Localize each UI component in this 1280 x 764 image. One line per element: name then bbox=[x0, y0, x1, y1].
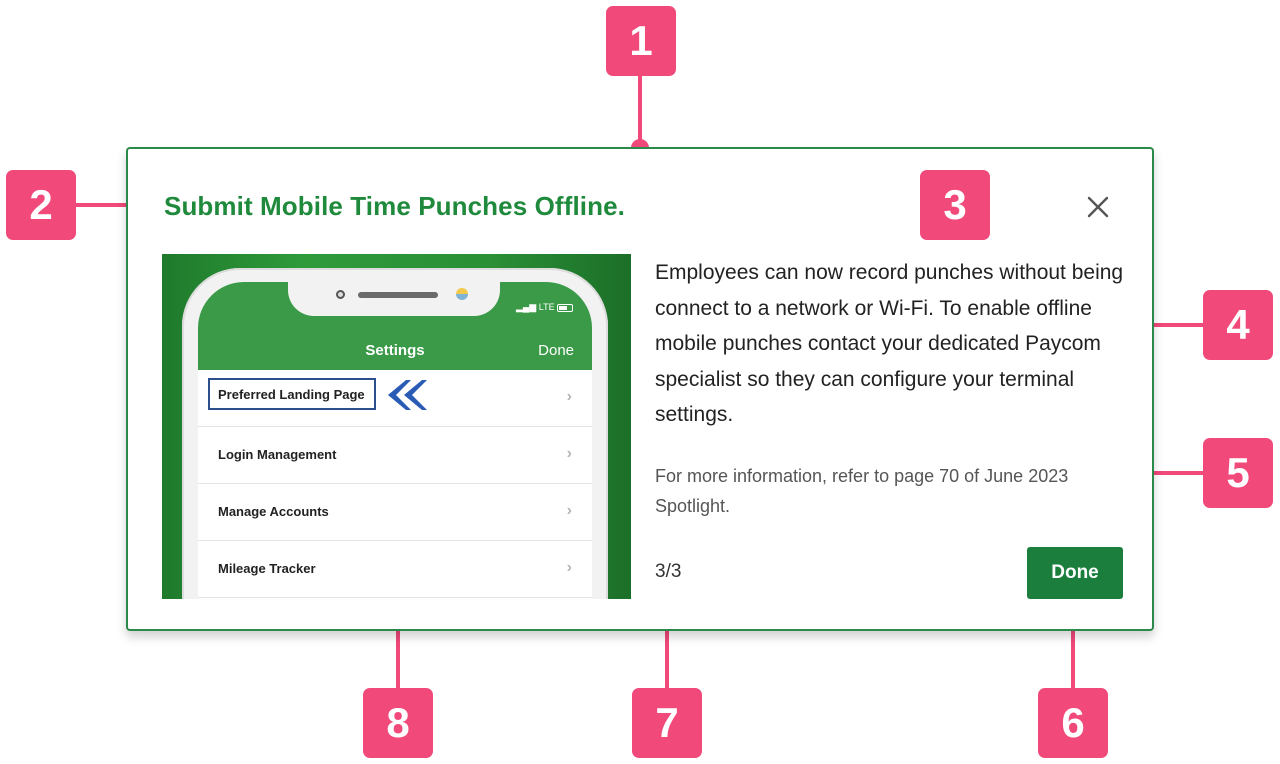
battery-icon bbox=[557, 303, 574, 312]
chevron-right-icon: › bbox=[566, 388, 572, 405]
annotation-badge-3: 3 bbox=[920, 170, 990, 240]
annotation-badge-4: 4 bbox=[1203, 290, 1273, 360]
step-counter: 3/3 bbox=[655, 561, 682, 582]
double-chevron-left-icon bbox=[388, 380, 427, 410]
speaker-icon bbox=[358, 292, 438, 298]
annotation-badge-6: 6 bbox=[1038, 688, 1108, 758]
dialog-body-text: Employees can now record punches without… bbox=[655, 261, 1124, 426]
screen-title: Settings bbox=[365, 342, 425, 359]
camera-icon bbox=[336, 290, 345, 299]
list-item: Preferred Landing Page › bbox=[198, 370, 592, 427]
annotation-badge-8: 8 bbox=[363, 688, 433, 758]
done-button[interactable]: Done bbox=[1027, 547, 1123, 599]
annotation-badge-1: 1 bbox=[606, 6, 676, 76]
more-info-text: For more information, refer to page 70 o… bbox=[655, 466, 1069, 516]
phone-screenshot-image: ▂▄▆ LTE Settings Done Preferred Landing … bbox=[162, 254, 631, 599]
annotation-badge-7: 7 bbox=[632, 688, 702, 758]
list-item: Login Management › bbox=[198, 427, 592, 484]
row-label: Manage Accounts bbox=[218, 504, 329, 519]
chevron-right-icon: › bbox=[566, 559, 572, 576]
row-label: Login Management bbox=[218, 447, 337, 462]
annotation-badge-5: 5 bbox=[1203, 438, 1273, 508]
dialog-title: Submit Mobile Time Punches Offline. bbox=[164, 191, 625, 221]
status-bar: ▂▄▆ LTE bbox=[516, 302, 574, 313]
sensor-icon bbox=[456, 288, 468, 300]
close-icon[interactable] bbox=[1084, 193, 1112, 221]
network-label: LTE bbox=[538, 302, 555, 312]
settings-list: Preferred Landing Page › Login Managemen… bbox=[198, 370, 592, 598]
row-label: Mileage Tracker bbox=[218, 561, 316, 576]
phone-app-header: ▂▄▆ LTE Settings Done bbox=[198, 282, 592, 370]
highlight-box: Preferred Landing Page bbox=[208, 378, 376, 410]
signal-icon: ▂▄▆ bbox=[516, 302, 537, 312]
tour-dialog: Submit Mobile Time Punches Offline. ▂▄▆ … bbox=[126, 147, 1154, 631]
row-label: Preferred Landing Page bbox=[218, 387, 365, 402]
chevron-right-icon: › bbox=[566, 502, 572, 519]
list-item: Mileage Tracker › bbox=[198, 541, 592, 598]
chevron-right-icon: › bbox=[566, 445, 572, 462]
phone-frame: ▂▄▆ LTE Settings Done Preferred Landing … bbox=[182, 268, 608, 599]
list-item: Manage Accounts › bbox=[198, 484, 592, 541]
phone-screen: ▂▄▆ LTE Settings Done Preferred Landing … bbox=[198, 282, 592, 599]
annotation-badge-2: 2 bbox=[6, 170, 76, 240]
screen-done-link: Done bbox=[538, 342, 574, 359]
phone-notch bbox=[288, 282, 500, 316]
